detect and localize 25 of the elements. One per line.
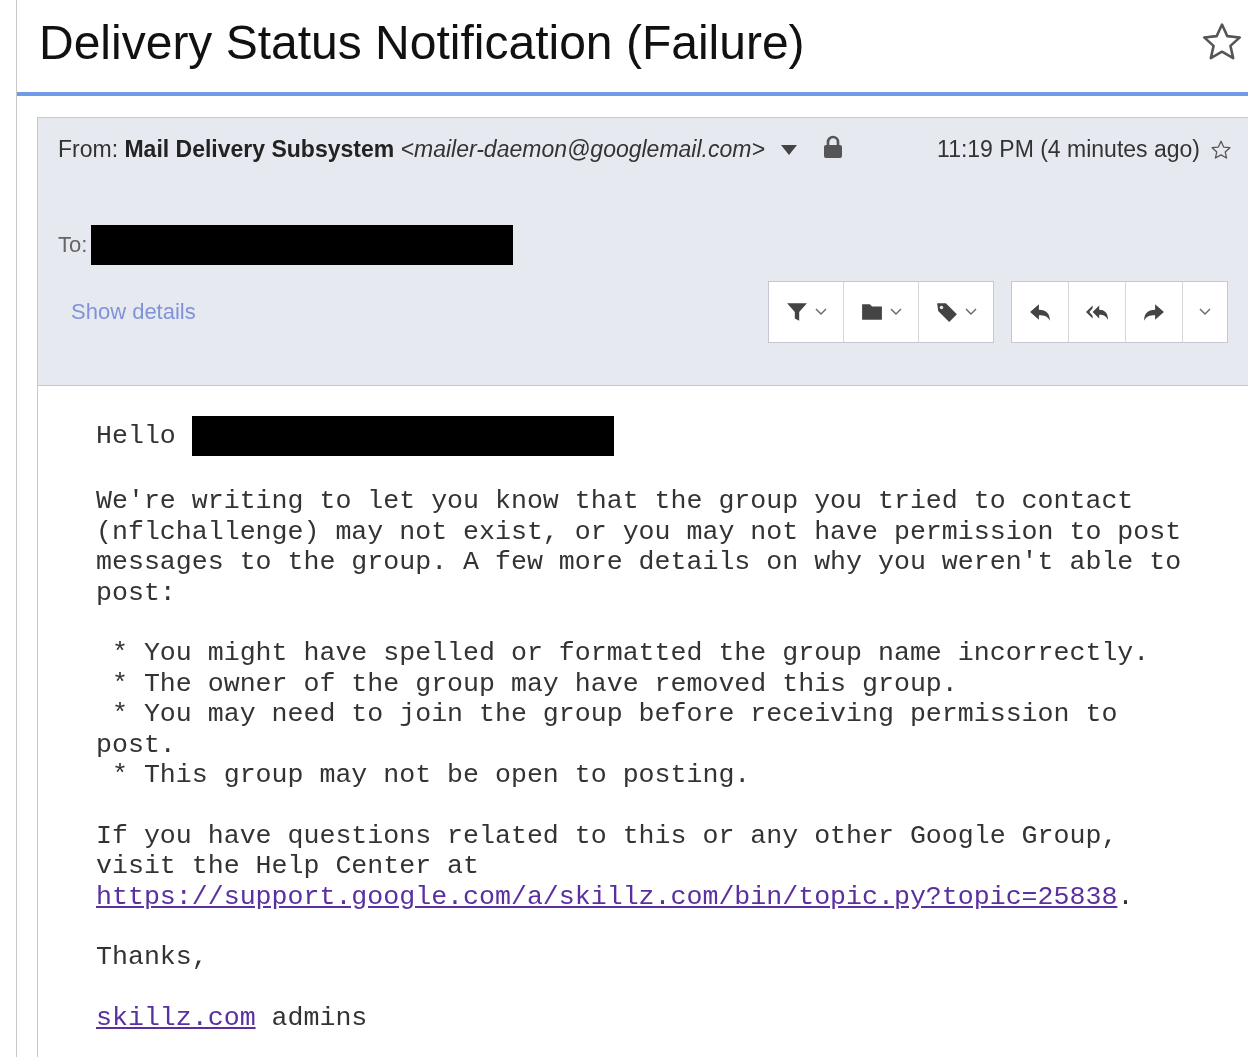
folder-icon [860, 301, 884, 323]
link[interactable]: skillz.com [96, 1002, 256, 1033]
lock-icon [822, 134, 843, 159]
message-paragraph: If you have questions related to this or any other Google Group, visit the Help Center at https://support.google.com/a/skillz.com/bin/topic.py?topic=25838. [96, 820, 1135, 912]
message-paragraph: * This group may not be open to posting. [110, 760, 752, 791]
chevron-down-icon [890, 308, 902, 316]
message-paragraph: Hello [96, 416, 1248, 456]
tag-icon [935, 301, 959, 323]
star-icon[interactable] [1210, 138, 1232, 161]
message-paragraph: * You may need to join the group before receiving permission to post. [96, 699, 1119, 760]
message-paragraph: * The owner of the group may have removed this group. [110, 668, 959, 699]
recipient-label: To: [58, 232, 88, 258]
chevron-down-icon [965, 308, 977, 316]
message-paragraph: We're writing to let you know that the group you tried to contact (nflchallenge) may not exist, or you may not have permission to post messages to the group. A few more details on why you weren't able to post: [96, 486, 1183, 608]
dropdown-caret-icon[interactable] [780, 144, 797, 155]
chevron-down-icon [1199, 308, 1211, 316]
sender-line: From: Mail Delivery Subsystem <mailer-daemon@googlemail.com> [58, 136, 765, 163]
message-paragraph: skillz.com admins [96, 1002, 369, 1033]
message-time: 11:19 PM (4 minutes ago) [937, 136, 1200, 163]
link[interactable]: https://support.google.com/a/skillz.com/bin/topic.py?topic=25838 [96, 881, 1118, 912]
message-paragraph: Thanks, [96, 942, 209, 973]
chevron-down-icon [815, 308, 827, 316]
filter-icon [785, 301, 809, 323]
email-subject: Delivery Status Notification (Failure) [39, 14, 805, 70]
message-paragraph: * You might have spelled or formatted the group name incorrectly. [110, 638, 1151, 669]
